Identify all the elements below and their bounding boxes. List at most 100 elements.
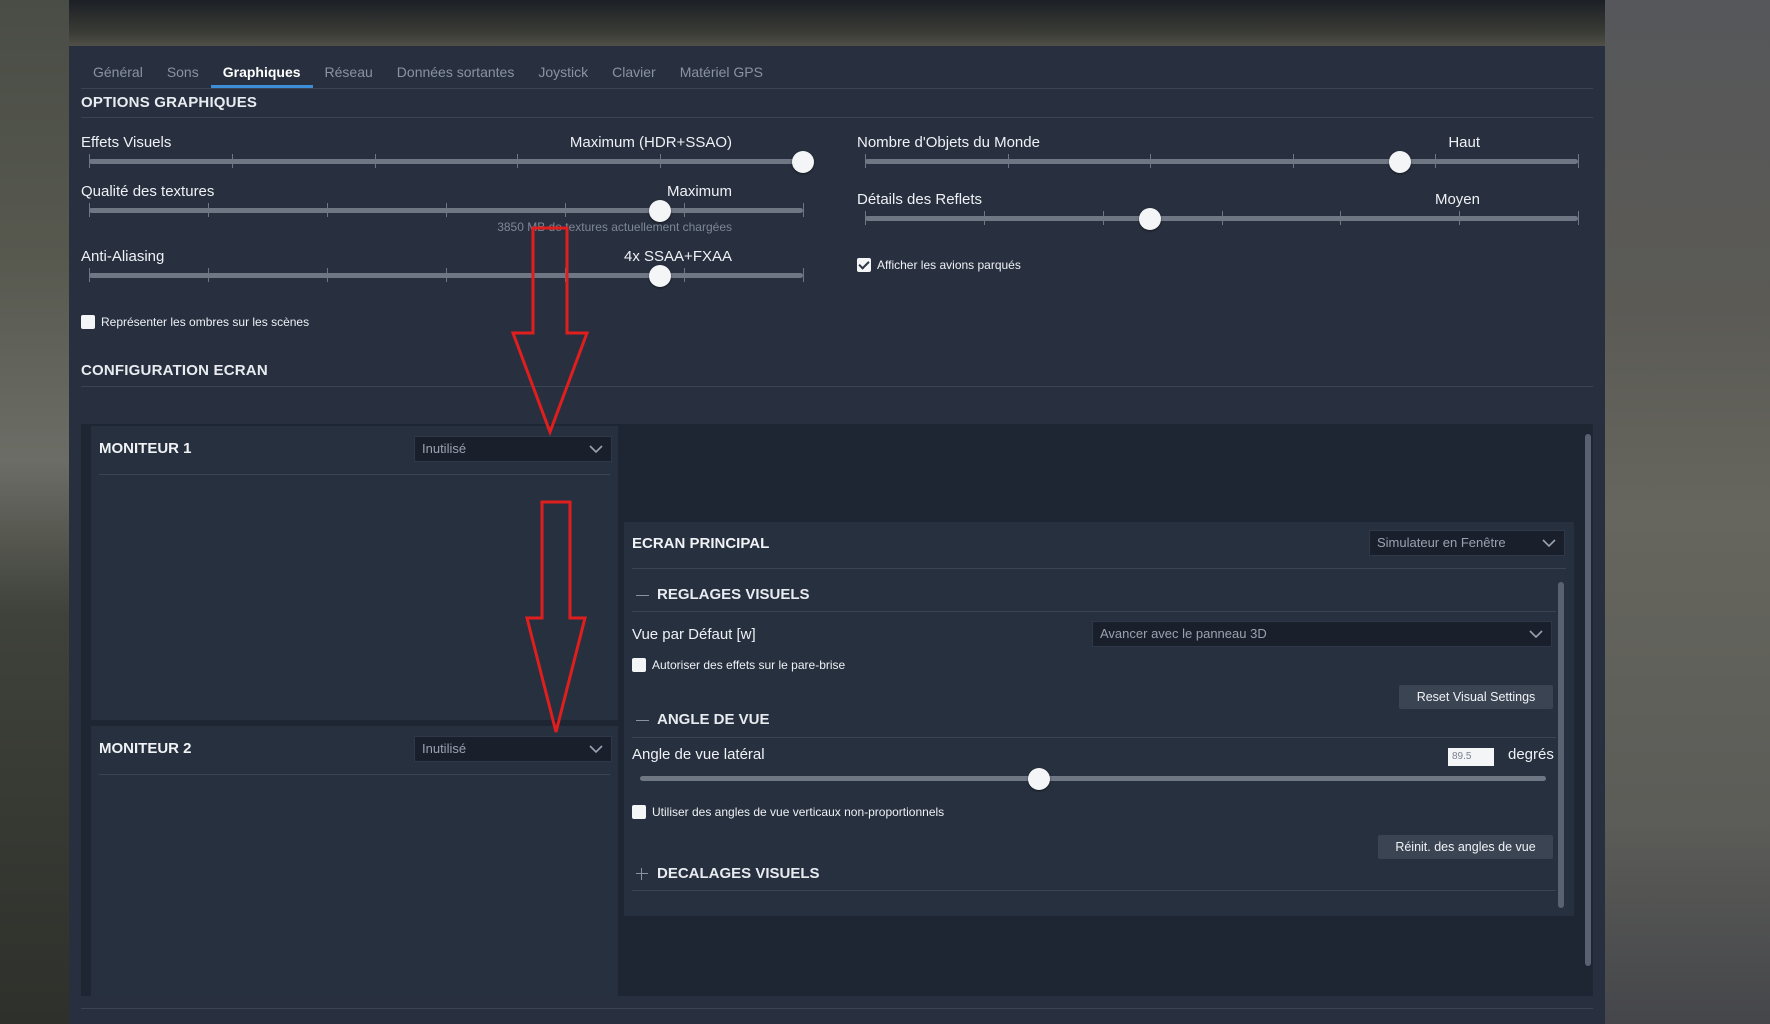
slider-tick [684,203,685,217]
parked-aircraft-checkbox-label: Afficher les avions parqués [877,258,1021,272]
monitor-1-panel: MONITEUR 1 Inutilisé [91,426,618,720]
tab-gps-hardware[interactable]: Matériel GPS [668,62,775,88]
checkbox-box[interactable] [632,805,646,819]
monitor-2-select-value: Inutilisé [422,741,467,756]
slider-knob[interactable] [649,265,672,287]
monitor-2-panel: MONITEUR 2 Inutilisé [91,726,618,996]
slider-tick [1578,211,1579,225]
visual-effects-value: Maximum (HDR+SSAO) [569,134,732,151]
slider-tick [89,268,90,282]
windshield-effects-checkbox[interactable]: Autoriser des effets sur le pare-brise [632,658,845,672]
slider-tick [327,268,328,282]
slider-track[interactable] [89,159,803,164]
monitor-1-title: MONITEUR 1 [99,440,192,457]
tab-general[interactable]: Général [81,62,155,88]
tab-joystick[interactable]: Joystick [526,62,600,88]
slider-tick [1292,154,1294,168]
tab-bar: Général Sons Graphiques Réseau Données s… [81,62,775,90]
chevron-down-icon [1542,539,1556,548]
windshield-effects-label: Autoriser des effets sur le pare-brise [652,658,846,672]
slider-tick [89,154,90,168]
slider-tick [1221,211,1223,225]
screen-section-title: CONFIGURATION ECRAN [81,362,268,379]
slider-knob[interactable] [1139,208,1162,230]
parked-aircraft-checkbox[interactable]: Afficher les avions parqués [857,258,1021,272]
main-screen-panel: ECRAN PRINCIPAL Simulateur en Fenêtre RE… [624,522,1574,916]
reset-view-angles-button[interactable]: Réinit. des angles de vue [1378,835,1553,859]
checkbox-box[interactable] [857,258,871,272]
vertical-angles-label: Utiliser des angles de vue verticaux non… [652,805,945,819]
slider-tick [446,203,447,217]
slider-tick [1578,154,1579,168]
chevron-down-icon [589,745,603,754]
main-screen-mode-select[interactable]: Simulateur en Fenêtre [1369,530,1565,556]
reset-visual-settings-button[interactable]: Reset Visual Settings [1399,685,1553,709]
slider-knob[interactable] [1388,151,1411,173]
texture-memory-note: 3850 MB de textures actuellement chargée… [497,220,732,234]
slider-knob[interactable] [1027,768,1050,790]
reflections-slider[interactable] [865,208,1579,230]
slider-track[interactable] [640,776,1546,781]
slider-track[interactable] [865,159,1578,164]
slider-tick [517,154,519,168]
degrees-unit-label: degrés [1508,746,1554,763]
visual-settings-title: REGLAGES VISUELS [657,586,810,603]
collapse-icon[interactable] [636,720,649,721]
default-view-select-value: Avancer avec le panneau 3D [1100,626,1267,641]
screen-area-scrollbar[interactable] [1585,434,1591,966]
bottom-divider [81,1008,1593,1009]
texture-quality-slider[interactable] [89,200,804,222]
slider-tick [1102,211,1104,225]
tab-data-output[interactable]: Données sortantes [385,62,527,88]
chevron-down-icon [589,445,603,454]
visual-offsets-title: DECALAGES VISUELS [657,865,820,882]
checkbox-box[interactable] [632,658,646,672]
monitor-2-select[interactable]: Inutilisé [414,736,612,762]
vertical-angles-checkbox[interactable]: Utiliser des angles de vue verticaux non… [632,805,944,819]
slider-tick [1459,211,1461,225]
visual-effects-label: Effets Visuels [81,134,172,151]
slider-tick [983,211,985,225]
monitor-1-select-value: Inutilisé [422,441,467,456]
slider-knob[interactable] [792,151,814,173]
panel-divider [632,737,1556,738]
main-screen-title: ECRAN PRINCIPAL [632,535,770,552]
slider-tick [803,203,804,217]
slider-tick [208,268,209,282]
tab-graphics[interactable]: Graphiques [210,62,313,88]
slider-tick [208,203,209,217]
world-objects-value: Haut [1448,134,1480,151]
slider-tick [1007,154,1009,168]
chevron-down-icon [1529,630,1543,639]
main-panel-scrollbar[interactable] [1558,582,1564,908]
world-objects-slider[interactable] [865,151,1579,173]
default-view-select[interactable]: Avancer avec le panneau 3D [1092,621,1552,647]
background-scenery-right [1605,0,1770,1024]
slider-tick [865,211,866,225]
anti-aliasing-slider[interactable] [89,265,804,287]
tab-sounds[interactable]: Sons [155,62,211,88]
shadows-checkbox[interactable]: Représenter les ombres sur les scènes [81,315,309,329]
world-objects-label: Nombre d'Objets du Monde [857,134,1040,151]
tab-keyboard[interactable]: Clavier [600,62,668,88]
slider-tick [89,203,90,217]
view-angle-title: ANGLE DE VUE [657,711,770,728]
panel-divider [99,474,610,475]
default-view-label: Vue par Défaut [w] [632,626,756,643]
checkbox-box[interactable] [81,315,95,329]
collapse-icon[interactable] [636,595,649,596]
slider-tick [565,268,566,282]
tab-network[interactable]: Réseau [313,62,385,88]
texture-quality-value: Maximum [666,183,732,200]
slider-knob[interactable] [649,200,672,222]
shadows-checkbox-label: Représenter les ombres sur les scènes [101,315,310,329]
lateral-angle-input[interactable]: 89.5 [1448,748,1494,766]
monitor-1-select[interactable]: Inutilisé [414,436,612,462]
graphics-section-title: OPTIONS GRAPHIQUES [81,94,258,111]
slider-tick [565,203,566,217]
reflections-value: Moyen [1434,191,1480,208]
slider-tick [684,268,685,282]
lateral-angle-slider[interactable] [640,768,1546,790]
visual-effects-slider[interactable] [89,151,814,173]
expand-icon[interactable] [636,868,648,880]
